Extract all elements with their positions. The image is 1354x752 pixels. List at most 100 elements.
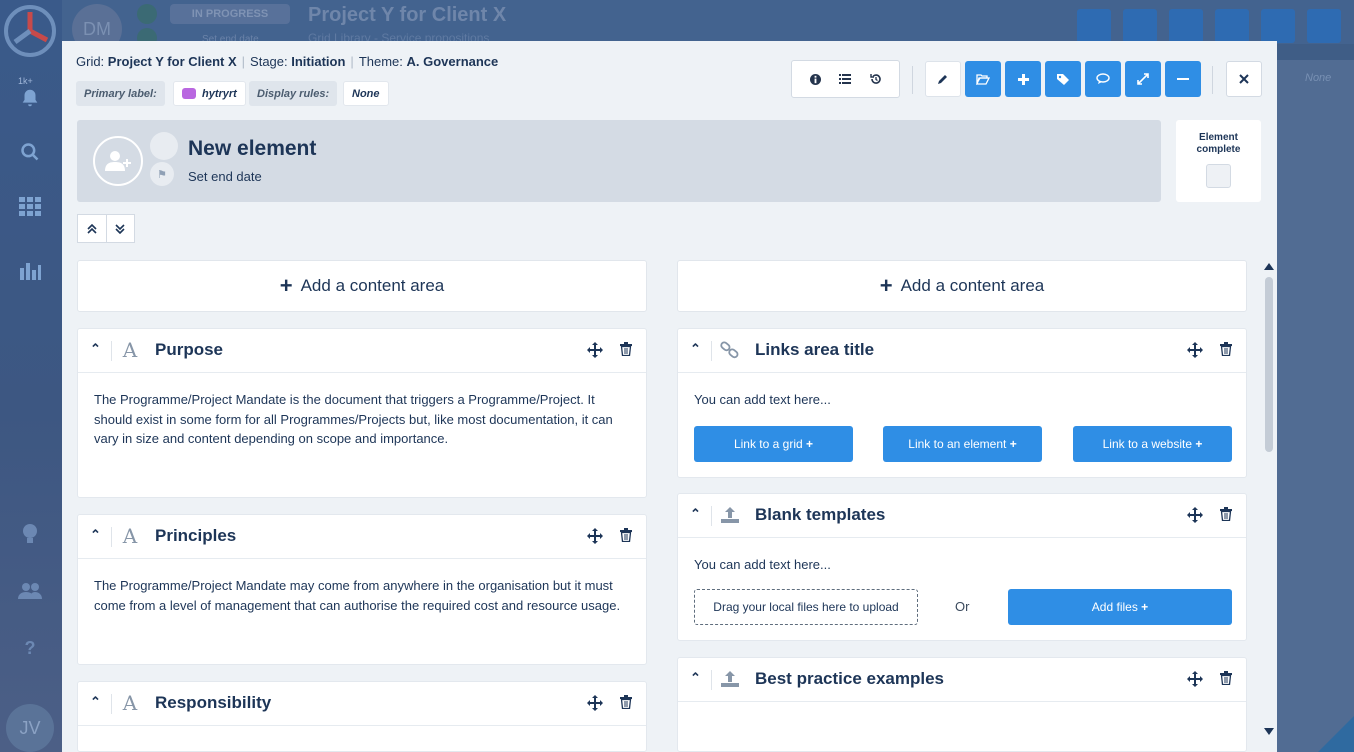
button-label: Link to an element xyxy=(908,437,1007,451)
grid-apps-icon[interactable] xyxy=(16,193,44,221)
app-logo[interactable] xyxy=(3,4,57,58)
card-title[interactable]: Blank templates xyxy=(755,505,885,525)
add-content-area-label: Add a content area xyxy=(900,276,1045,295)
toolbar-divider xyxy=(912,66,913,94)
trash-icon[interactable] xyxy=(1220,671,1232,690)
trash-icon[interactable] xyxy=(1220,507,1232,526)
assign-user-button[interactable] xyxy=(93,136,143,186)
button-label: Link to a grid xyxy=(733,437,803,451)
chevron-up-icon[interactable]: ⌃ xyxy=(690,670,701,686)
background-more-button xyxy=(1307,9,1341,43)
add-button[interactable] xyxy=(1005,61,1041,97)
vertical-scrollbar[interactable] xyxy=(1263,261,1275,741)
flag-icon[interactable]: ⚑ xyxy=(150,162,174,186)
history-icon[interactable] xyxy=(864,67,888,91)
close-button[interactable] xyxy=(1226,61,1262,97)
expand-all-button[interactable] xyxy=(105,215,135,242)
tag-button[interactable] xyxy=(1045,61,1081,97)
collapse-all-button[interactable] xyxy=(78,215,106,242)
card-title[interactable]: Best practice examples xyxy=(755,669,944,689)
trash-icon[interactable] xyxy=(1220,342,1232,361)
info-icon[interactable] xyxy=(803,67,827,91)
expand-button[interactable] xyxy=(1125,61,1161,97)
display-rules-chip[interactable]: None xyxy=(343,81,389,106)
notifications-icon[interactable] xyxy=(16,84,44,112)
card-title[interactable]: Links area title xyxy=(755,340,874,360)
add-content-area-right[interactable]: + Add a content area xyxy=(677,260,1247,312)
scrollbar-thumb[interactable] xyxy=(1265,277,1273,452)
search-icon[interactable] xyxy=(16,138,44,166)
expand-icon xyxy=(1137,73,1149,85)
link-to-website-button[interactable]: Link to a website + xyxy=(1073,426,1232,462)
notification-badge: 1k+ xyxy=(18,76,33,86)
files-area-card: ⌃ Blank templates You can add text here.… xyxy=(677,493,1247,641)
lightbulb-icon[interactable] xyxy=(16,520,44,548)
background-status-dot xyxy=(137,4,157,24)
card-title[interactable]: Purpose xyxy=(155,340,223,360)
link-to-grid-button[interactable]: Link to a grid + xyxy=(694,426,853,462)
card-body-text[interactable]: The Programme/Project Mandate may come f… xyxy=(78,559,646,632)
scroll-up-arrow[interactable] xyxy=(1264,263,1274,270)
tag-icon xyxy=(1057,74,1069,85)
resize-corner[interactable] xyxy=(1318,716,1354,752)
breadcrumb: Grid: Project Y for Client X | Stage: Init… xyxy=(76,54,499,69)
users-icon[interactable] xyxy=(16,577,44,605)
card-body-text[interactable]: You can add text here... xyxy=(678,538,1246,592)
element-modal: Grid: Project Y for Client X | Stage: Init… xyxy=(62,41,1277,752)
left-nav: 1k+ ? JV xyxy=(0,0,62,752)
minus-icon xyxy=(1177,78,1189,80)
move-icon[interactable] xyxy=(1187,342,1203,363)
content-area-card: ⌃ A Principles The Programme/Project Man… xyxy=(77,514,647,665)
card-title[interactable]: Principles xyxy=(155,526,236,546)
edit-button[interactable] xyxy=(925,61,961,97)
card-header: ⌃ A Purpose xyxy=(78,329,646,373)
add-content-area-left[interactable]: + Add a content area xyxy=(77,260,647,312)
add-files-button[interactable]: Add files + xyxy=(1008,589,1232,625)
file-drop-zone[interactable]: Drag your local files here to upload xyxy=(694,589,918,625)
help-icon[interactable]: ? xyxy=(16,634,44,662)
card-body-text[interactable]: You can add text here... xyxy=(678,373,1246,427)
upload-icon xyxy=(719,667,741,691)
background-side-column: None xyxy=(1275,60,1354,752)
grid-value[interactable]: Project Y for Client X xyxy=(108,54,237,69)
card-header: ⌃ Best practice examples xyxy=(678,658,1246,702)
trash-icon[interactable] xyxy=(620,342,632,361)
link-to-element-button[interactable]: Link to an element + xyxy=(883,426,1042,462)
chevron-up-icon[interactable]: ⌃ xyxy=(690,341,701,357)
chevron-up-icon[interactable]: ⌃ xyxy=(90,341,101,357)
move-icon[interactable] xyxy=(587,528,603,549)
scroll-down-arrow[interactable] xyxy=(1264,728,1274,735)
bar-chart-icon[interactable] xyxy=(16,256,44,284)
trash-icon[interactable] xyxy=(620,695,632,714)
stage-label: Stage: xyxy=(250,54,288,69)
card-body-text[interactable]: The Programme/Project Mandate is the doc… xyxy=(78,373,646,466)
comment-button[interactable] xyxy=(1085,61,1121,97)
info-toolbar xyxy=(791,60,900,98)
move-icon[interactable] xyxy=(1187,671,1203,692)
user-avatar[interactable]: JV xyxy=(6,704,54,752)
theme-value: A. Governance xyxy=(406,54,499,69)
list-icon[interactable] xyxy=(833,67,857,91)
element-header: ⚑ New element Set end date xyxy=(77,120,1161,202)
trash-icon[interactable] xyxy=(620,528,632,547)
set-end-date-link[interactable]: Set end date xyxy=(188,169,262,184)
card-title[interactable]: Responsibility xyxy=(155,693,271,713)
move-icon[interactable] xyxy=(1187,507,1203,528)
chevron-up-icon[interactable]: ⌃ xyxy=(690,506,701,522)
move-icon[interactable] xyxy=(587,695,603,716)
open-folder-button[interactable] xyxy=(965,61,1001,97)
element-title[interactable]: New element xyxy=(188,137,316,161)
primary-label-chip[interactable]: hytryrt xyxy=(173,81,246,106)
status-dot[interactable] xyxy=(150,132,178,160)
chevrons-down-icon xyxy=(115,223,125,234)
grid-label: Grid: xyxy=(76,54,105,69)
label-color-swatch xyxy=(182,88,196,99)
chevron-up-icon[interactable]: ⌃ xyxy=(90,527,101,543)
minimize-button[interactable] xyxy=(1165,61,1201,97)
chevron-up-icon[interactable]: ⌃ xyxy=(90,694,101,710)
element-complete-checkbox[interactable] xyxy=(1206,164,1231,188)
plus-icon: + xyxy=(279,273,293,298)
move-icon[interactable] xyxy=(587,342,603,363)
card-header: ⌃ Links area title xyxy=(678,329,1246,373)
button-label: Add files xyxy=(1091,600,1138,614)
